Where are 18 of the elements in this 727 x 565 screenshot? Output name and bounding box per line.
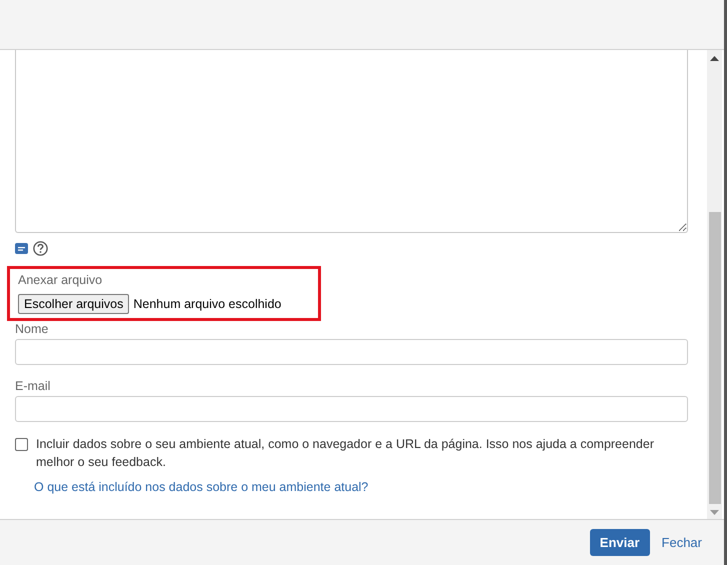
- checkbox-label: Incluir dados sobre o seu ambiente atual, como o navegador e a URL da página. Isso nos ajuda a compreender melhor o seu feedback.: [36, 436, 655, 471]
- file-status-text: Nenhum arquivo escolhido: [133, 297, 282, 311]
- help-icon[interactable]: [33, 240, 48, 256]
- checkbox[interactable]: [15, 438, 28, 451]
- environment-info-link[interactable]: O que está incluído nos dados sobre o meu ambiente atual?: [34, 480, 688, 494]
- input-field[interactable]: [15, 339, 688, 365]
- scroll-up-icon[interactable]: [710, 56, 719, 61]
- field-label: Nome: [15, 322, 50, 336]
- send-button[interactable]: Enviar: [590, 529, 650, 556]
- editor-icon[interactable]: [15, 242, 28, 254]
- input-field[interactable]: [15, 396, 688, 422]
- field-label: Anexar arquivo: [18, 273, 104, 287]
- scroll-down-icon[interactable]: [710, 510, 719, 515]
- choose-files-button[interactable]: Escolher arquivos: [18, 294, 130, 314]
- scrollbar-thumb[interactable]: [708, 212, 720, 504]
- scrollbar[interactable]: [707, 50, 722, 519]
- close-button[interactable]: Fechar: [662, 535, 702, 550]
- field-label: E-mail: [15, 379, 52, 393]
